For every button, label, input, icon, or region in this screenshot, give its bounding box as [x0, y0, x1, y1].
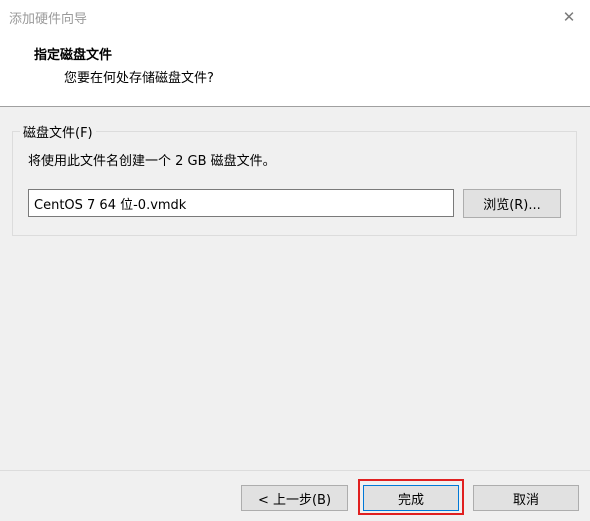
add-hardware-wizard-window: 添加硬件向导 ✕ 指定磁盘文件 您要在何处存储磁盘文件? 磁盘文件(F) 将使用… — [0, 0, 590, 521]
title-bar: 添加硬件向导 ✕ — [0, 0, 590, 34]
page-subtitle: 您要在何处存储磁盘文件? — [64, 71, 214, 86]
close-icon[interactable]: ✕ — [556, 4, 582, 30]
disk-file-description: 将使用此文件名创建一个 2 GB 磁盘文件。 — [28, 154, 276, 169]
page-title: 指定磁盘文件 — [34, 48, 113, 63]
disk-file-group-label: 磁盘文件(F) — [20, 122, 96, 141]
back-button[interactable]: < 上一步(B) — [241, 485, 348, 511]
finish-button[interactable]: 完成 — [363, 485, 459, 511]
disk-file-name-input[interactable] — [28, 189, 454, 217]
window-title: 添加硬件向导 — [9, 12, 88, 27]
disk-file-groupbox — [12, 131, 577, 236]
browse-button[interactable]: 浏览(R)... — [463, 189, 561, 218]
footer-divider — [0, 470, 590, 471]
cancel-button[interactable]: 取消 — [473, 485, 579, 511]
wizard-header: 指定磁盘文件 您要在何处存储磁盘文件? — [0, 34, 590, 106]
header-divider — [0, 106, 590, 107]
